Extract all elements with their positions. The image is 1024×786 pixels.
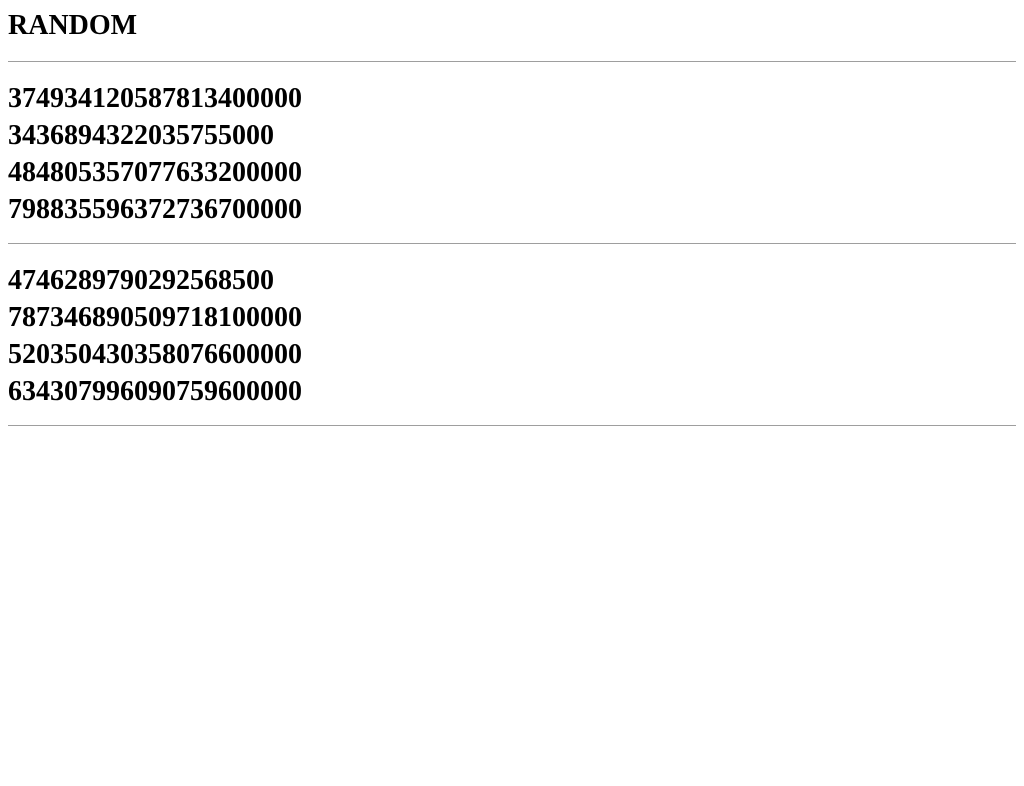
random-number: 374934120587813400000 (8, 83, 302, 114)
number-group-2: 4746289790292568500 78734689050971810000… (8, 262, 302, 410)
page: RANDOM 374934120587813400000 34368943220… (0, 0, 1024, 786)
number-group-1: 374934120587813400000 343689432203575500… (8, 80, 302, 228)
random-number: 798835596372736700000 (8, 194, 302, 225)
divider (8, 425, 1016, 426)
random-number: 4746289790292568500 (8, 265, 274, 296)
divider (8, 61, 1016, 62)
random-number: 484805357077633200000 (8, 157, 302, 188)
divider (8, 243, 1016, 244)
random-number: 3436894322035755000 (8, 120, 274, 151)
random-number: 787346890509718100000 (8, 302, 302, 333)
page-title: RANDOM (8, 10, 138, 41)
random-number: 520350430358076600000 (8, 339, 302, 370)
random-number: 634307996090759600000 (8, 376, 302, 407)
